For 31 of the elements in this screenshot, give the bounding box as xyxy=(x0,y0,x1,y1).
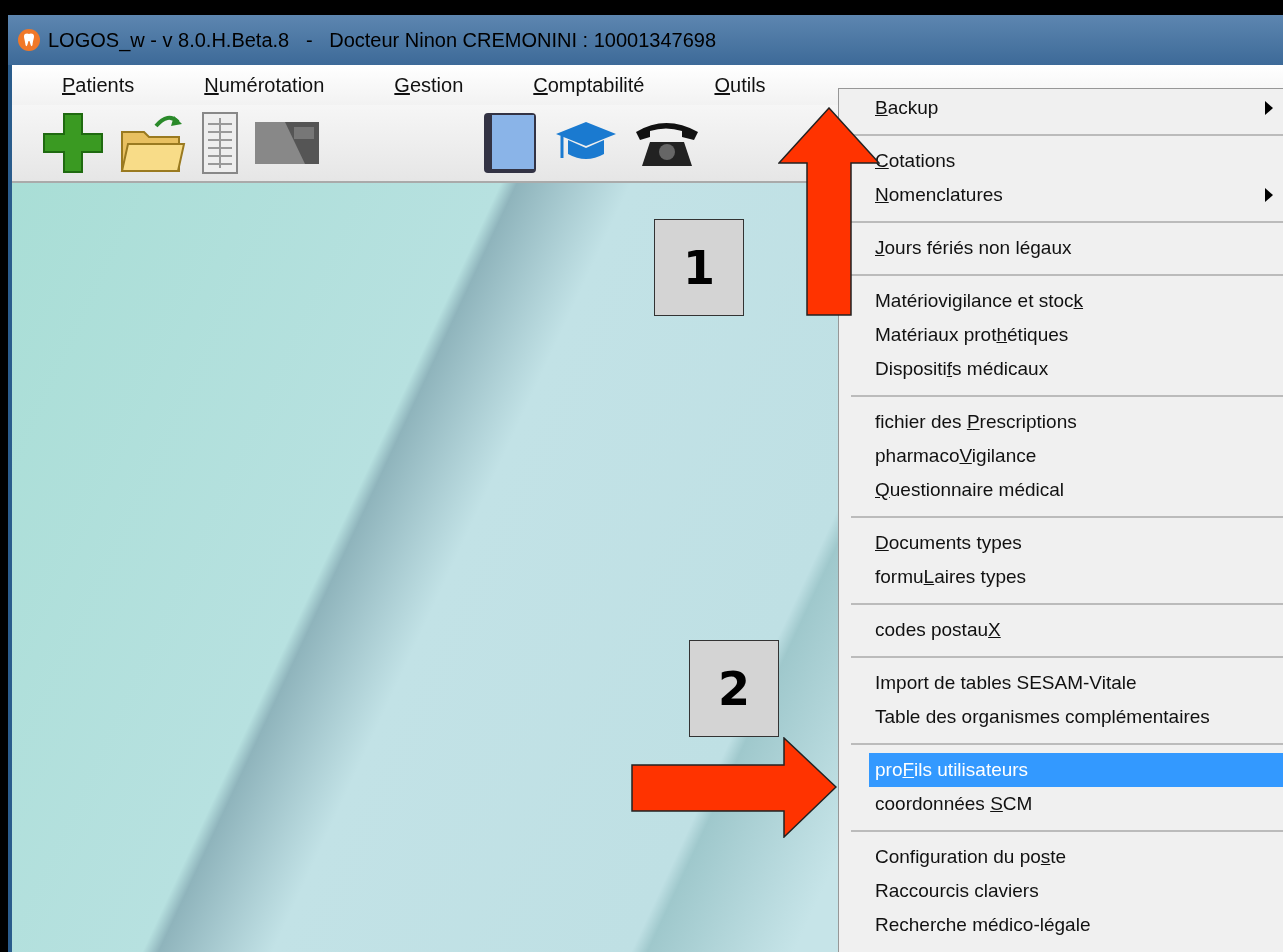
menu-item[interactable]: Patients xyxy=(62,70,135,100)
dropdown-menu-item[interactable]: Questionnaire médical xyxy=(869,473,1283,507)
dropdown-menu-item[interactable]: fichier des Prescriptions xyxy=(869,405,1283,439)
window-title: LOGOS_w - v 8.0.H.Beta.8 - Docteur Ninon CREMONINI : 10001347698 xyxy=(48,28,717,54)
dropdown-menu-item[interactable]: Nomenclatures xyxy=(869,178,1283,212)
dropdown-menu-item[interactable]: Dispositifs médicaux xyxy=(869,352,1283,386)
menu-item[interactable]: Comptabilité xyxy=(533,70,645,100)
dropdown-menu-item[interactable]: formuLaires types xyxy=(869,560,1283,594)
dropdown-menu-item[interactable]: Import de tables SESAM-Vitale xyxy=(869,666,1283,700)
dropdown-menu-item[interactable]: Documents types xyxy=(869,526,1283,560)
dropdown-menu-item[interactable]: Recherche médico-légale xyxy=(869,908,1283,942)
dropdown-menu-item[interactable]: Raccourcis claviers xyxy=(869,874,1283,908)
dropdown-menu-item[interactable]: Backup xyxy=(869,91,1283,125)
dropdown-menu-item[interactable]: coordonnées SCM xyxy=(869,787,1283,821)
tooth-icon xyxy=(18,29,40,51)
dropdown-menu-item[interactable]: Matériovigilance et stock xyxy=(869,284,1283,318)
card-icon[interactable] xyxy=(254,121,320,165)
menu-item[interactable]: Numérotation xyxy=(204,70,325,100)
dropdown-menu-item[interactable]: Table des organismes complémentaires xyxy=(869,700,1283,734)
plus-icon[interactable] xyxy=(42,112,104,174)
menu-item[interactable]: Gestion xyxy=(394,70,464,100)
step-number-label: 2 xyxy=(689,640,779,737)
dropdown-menu-item[interactable]: Configuration du poste xyxy=(869,840,1283,874)
spreadsheet-icon[interactable] xyxy=(202,112,238,174)
dropdown-menu-item[interactable]: Matériaux prothétiques xyxy=(869,318,1283,352)
step-number-label: 1 xyxy=(654,219,744,316)
dropdown-menu-item[interactable]: Jours fériés non légaux xyxy=(869,231,1283,265)
dropdown-menu-item[interactable]: pharmacoVigilance xyxy=(869,439,1283,473)
menu-item[interactable]: Outils xyxy=(714,70,766,100)
book-icon[interactable] xyxy=(482,112,538,174)
dropdown-menu-item[interactable]: codes postauX xyxy=(869,613,1283,647)
